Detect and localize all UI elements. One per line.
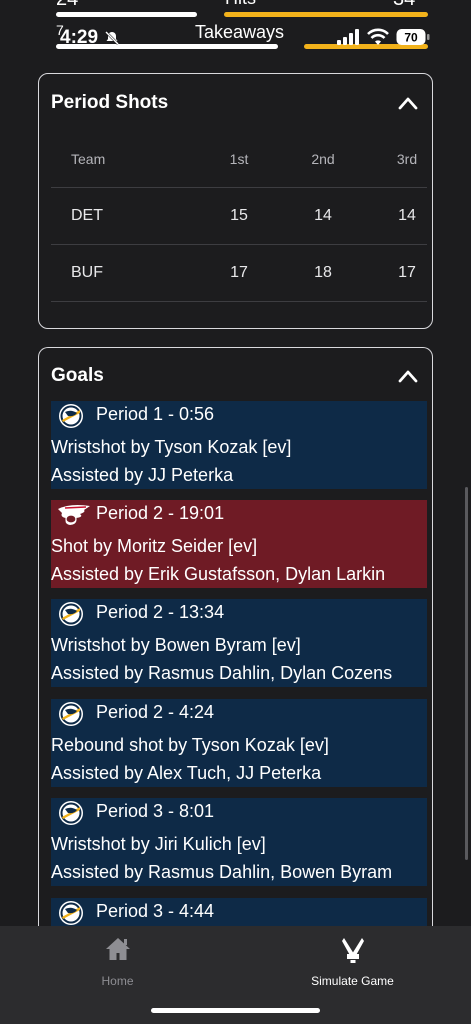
nav-simulate-tab[interactable]: Simulate Game bbox=[300, 934, 405, 989]
goal-scorer: Wristshot by Tyson Kozak [ev] bbox=[51, 437, 292, 457]
goal-scorer: Wristshot by Jiri Kulich [ev] bbox=[51, 834, 266, 854]
nav-simulate-label: Simulate Game bbox=[311, 974, 394, 988]
sabres-logo-icon bbox=[59, 801, 83, 825]
shots-1st-cell: 17 bbox=[230, 264, 248, 281]
status-time: 4:29 bbox=[60, 27, 99, 48]
header-2nd: 2nd bbox=[311, 151, 335, 167]
goal-assists: Assisted by Rasmus Dahlin, Bowen Byram bbox=[51, 862, 393, 882]
sabres-logo-icon bbox=[59, 404, 83, 428]
goal-period: Period 3 - 8:01 bbox=[96, 801, 215, 821]
sabres-logo-icon bbox=[59, 702, 83, 726]
shots-2nd-cell: 14 bbox=[314, 207, 332, 224]
battery-icon: 70 bbox=[396, 29, 430, 45]
header-team: Team bbox=[71, 151, 106, 167]
sabres-logo-icon bbox=[59, 602, 83, 626]
takeaways-label: Takeaways bbox=[195, 22, 285, 42]
header-3rd: 3rd bbox=[396, 151, 418, 167]
goal-assists: Assisted by Erik Gustafsson, Dylan Larki… bbox=[51, 564, 386, 584]
hits-left-value: 24 bbox=[56, 0, 78, 11]
goal-row[interactable]: Period 2 - 4:24 Rebound shot by Tyson Koz… bbox=[51, 699, 427, 787]
goal-scorer: Rebound shot by Tyson Kozak [ev] bbox=[51, 735, 329, 755]
period-shots-card: Period Shots Team 1st 2nd 3rd DET 15 14 … bbox=[38, 73, 433, 329]
hits-left-bar bbox=[56, 12, 197, 17]
goal-period: Period 1 - 0:56 bbox=[96, 404, 215, 424]
goals-card: Goals Period 1 - 0:56 Wristshot by Tyson … bbox=[38, 347, 433, 987]
shots-1st-cell: 15 bbox=[230, 207, 248, 224]
nav-home-label: Home bbox=[101, 974, 134, 988]
chevron-up-icon[interactable] bbox=[398, 369, 418, 383]
shots-3rd-cell: 17 bbox=[398, 264, 416, 281]
shots-2nd-cell: 18 bbox=[314, 264, 332, 281]
goal-period: Period 2 - 19:01 bbox=[96, 503, 225, 523]
table-row: DET 15 14 14 bbox=[51, 188, 427, 245]
shots-3rd-cell: 14 bbox=[398, 207, 416, 224]
goal-scorer: Wristshot by Bowen Byram [ev] bbox=[51, 635, 301, 655]
home-indicator bbox=[151, 1008, 320, 1013]
goals-title: Goals bbox=[51, 365, 104, 386]
goal-row[interactable]: Period 2 - 19:01 Shot by Moritz Seider [e… bbox=[51, 500, 427, 588]
mute-bell-icon bbox=[105, 31, 119, 45]
goal-assists: Assisted by Alex Tuch, JJ Peterka bbox=[51, 763, 322, 783]
battery-level: 70 bbox=[404, 31, 418, 45]
goal-period: Period 3 - 4:44 bbox=[96, 901, 215, 921]
goal-period: Period 2 - 13:34 bbox=[96, 602, 225, 622]
hits-right-bar bbox=[224, 12, 428, 17]
nav-home-tab[interactable]: Home bbox=[80, 934, 155, 989]
table-header-row: Team 1st 2nd 3rd bbox=[51, 131, 427, 188]
header-1st: 1st bbox=[229, 151, 249, 167]
team-cell: BUF bbox=[71, 264, 103, 281]
hits-label: Hits bbox=[225, 0, 256, 9]
period-shots-title: Period Shots bbox=[51, 92, 169, 113]
wifi-icon bbox=[367, 28, 389, 45]
stat-comparison-overlap: 24 Hits 34 7 Takeaways 4:29 70 bbox=[0, 0, 471, 60]
cellular-signal-icon bbox=[337, 29, 359, 45]
goal-row[interactable]: Period 1 - 0:56 Wristshot by Tyson Kozak … bbox=[51, 401, 427, 489]
goal-assists: Assisted by Rasmus Dahlin, Dylan Cozens bbox=[51, 663, 393, 683]
home-icon bbox=[105, 938, 130, 960]
goal-period: Period 2 - 4:24 bbox=[96, 702, 215, 722]
team-cell: DET bbox=[71, 207, 103, 224]
goal-assists: Assisted by JJ Peterka bbox=[51, 465, 234, 485]
sabres-logo-icon bbox=[59, 901, 83, 925]
goal-scorer: Shot by Moritz Seider [ev] bbox=[51, 536, 258, 556]
chevron-up-icon[interactable] bbox=[398, 96, 418, 110]
goal-row[interactable]: Period 2 - 13:34 Wristshot by Bowen Byram… bbox=[51, 599, 427, 687]
hits-right-value: 34 bbox=[393, 0, 415, 11]
table-row: BUF 17 18 17 bbox=[51, 245, 427, 302]
red-wings-logo-icon bbox=[58, 505, 90, 525]
scrollbar[interactable] bbox=[465, 487, 468, 860]
hockey-sticks-icon bbox=[341, 938, 364, 963]
goal-row[interactable]: Period 3 - 8:01 Wristshot by Jiri Kulich … bbox=[51, 798, 427, 886]
